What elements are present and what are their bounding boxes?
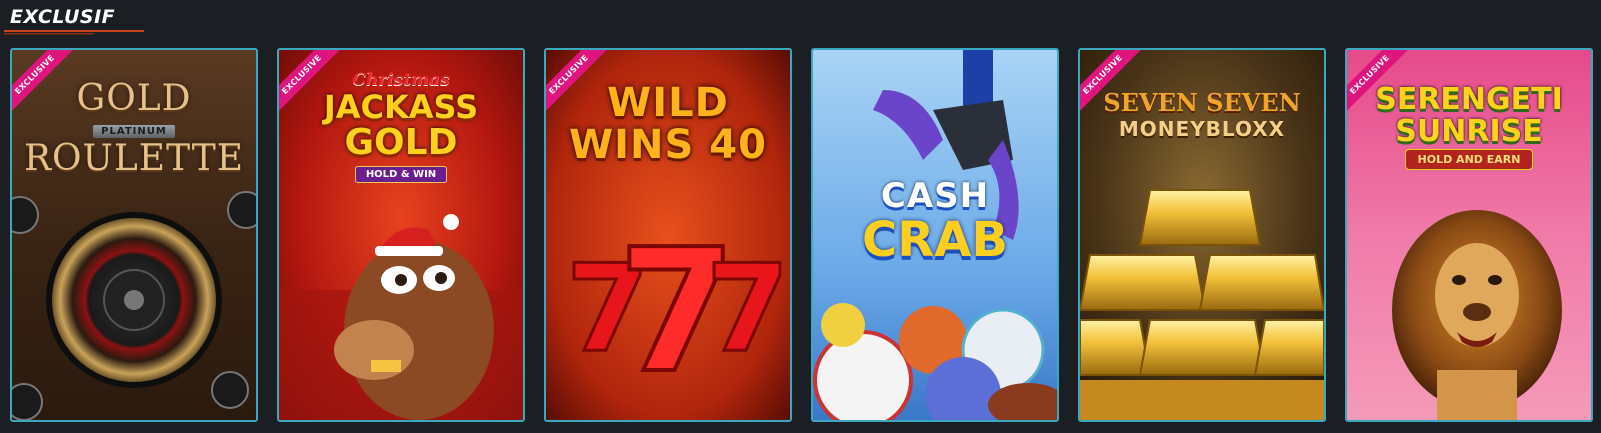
game-card-gold-platinum-roulette[interactable]: EXCLUSIVE GOLD PLATINUM ROULETTE <box>10 48 258 422</box>
game-card-serengeti-sunrise[interactable]: EXCLUSIVE SERENGETI SUNRISE HOLD AND EAR… <box>1345 48 1593 422</box>
game-thumbnail <box>12 50 256 420</box>
section-title: EXCLUSIF <box>10 6 116 28</box>
exclusive-section: EXCLUSIF EXCLUSIVE GOLD PLATINUM ROULETT… <box>0 0 1601 433</box>
game-card-cash-crab[interactable]: CASH CRAB <box>811 48 1059 422</box>
game-card-christmas-jackass-gold[interactable]: EXCLUSIVE Christmas JACKASS GOLD HOLD & … <box>277 48 525 422</box>
title-underline <box>4 30 144 35</box>
svg-text:7: 7 <box>706 240 790 379</box>
game-thumbnail <box>813 50 1057 420</box>
game-card-wild-wins-40[interactable]: 7 7 7 EXCLUSIVE WILD WINS 40 <box>544 48 792 422</box>
game-thumbnail <box>1080 50 1324 420</box>
game-card-seven-seven-moneybloxx[interactable]: EXCLUSIVE SEVEN SEVEN MONEYBLOXX <box>1078 48 1326 422</box>
game-thumbnail <box>1347 50 1591 420</box>
game-carousel: EXCLUSIVE GOLD PLATINUM ROULETTE EXCLUSI… <box>10 48 1593 422</box>
game-thumbnail <box>279 50 523 420</box>
game-thumbnail: 7 7 7 <box>546 50 790 420</box>
